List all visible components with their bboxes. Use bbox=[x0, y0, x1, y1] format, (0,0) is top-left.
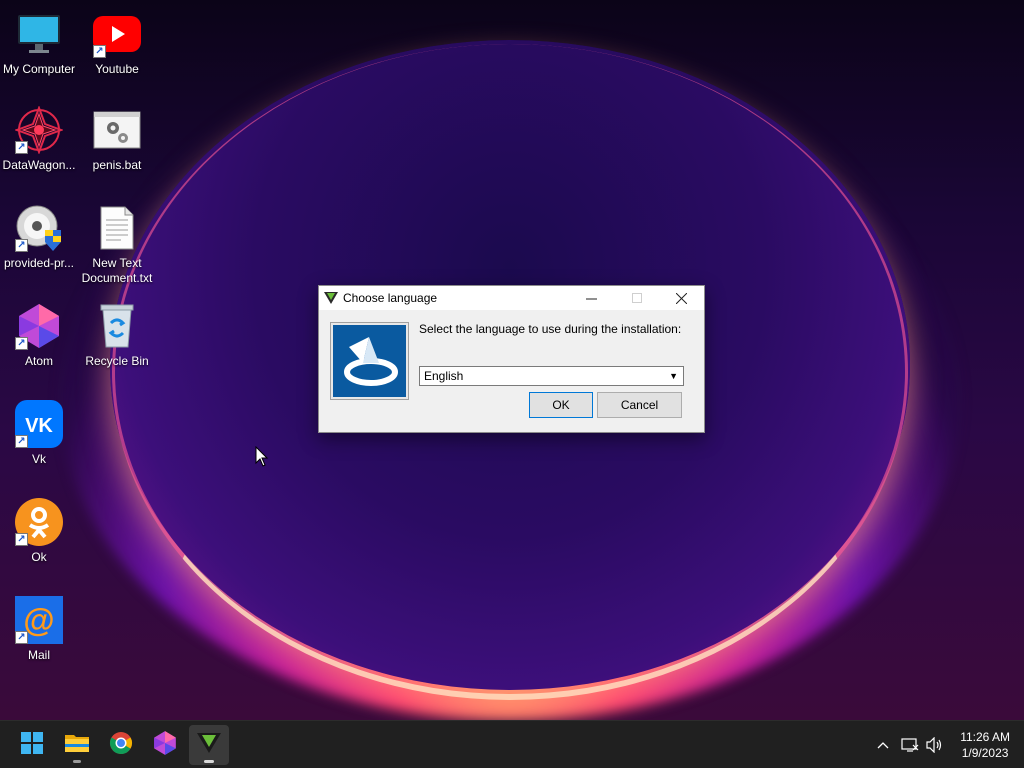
desktop-icon-label: provided-pr... bbox=[3, 256, 75, 270]
maximize-button bbox=[614, 286, 659, 310]
shortcut-arrow-icon: ↗ bbox=[15, 533, 28, 546]
atom-editor-icon: ↗ bbox=[15, 302, 63, 350]
desktop-icon-label: Youtube bbox=[95, 62, 139, 76]
chrome-icon bbox=[109, 731, 133, 760]
monitor-icon bbox=[15, 10, 63, 58]
shortcut-arrow-icon: ↗ bbox=[15, 435, 28, 448]
taskbar-atom[interactable] bbox=[145, 725, 185, 765]
taskbar-file-explorer[interactable] bbox=[57, 725, 97, 765]
desktop-icon-label: My Computer bbox=[2, 62, 76, 76]
shortcut-arrow-icon: ↗ bbox=[15, 631, 28, 644]
taskbar-chrome[interactable] bbox=[101, 725, 141, 765]
desktop-icon-label: Ok bbox=[31, 550, 47, 564]
desktop-icon-label: DataWagon... bbox=[2, 158, 76, 172]
shortcut-arrow-icon: ↗ bbox=[15, 239, 28, 252]
desktop-icon-my-computer[interactable]: My Computer bbox=[0, 10, 78, 77]
shortcut-arrow-icon: ↗ bbox=[93, 45, 106, 58]
desktop-icon-label: Recycle Bin bbox=[85, 354, 149, 368]
dialog-body: Select the language to use during the in… bbox=[319, 310, 704, 432]
datawagon-icon: ↗ bbox=[15, 106, 63, 154]
dropdown-arrow-icon: ▼ bbox=[669, 371, 678, 381]
start-button[interactable] bbox=[12, 725, 52, 765]
network-icon[interactable] bbox=[900, 735, 920, 755]
folder-icon bbox=[64, 732, 90, 759]
desktop-icon-label: Mail bbox=[27, 648, 50, 662]
system-clock[interactable]: 11:26 AM 1/9/2023 bbox=[960, 729, 1010, 761]
text-document-icon bbox=[93, 204, 141, 252]
taskbar-setup[interactable] bbox=[189, 725, 229, 765]
batch-file-gear-icon bbox=[93, 106, 141, 154]
shortcut-arrow-icon: ↗ bbox=[15, 337, 28, 350]
clock-time: 11:26 AM bbox=[960, 730, 1010, 744]
installer-disc-shield-icon: ↗ bbox=[15, 204, 63, 252]
desktop-icon-label: New Text Document.txt bbox=[81, 256, 153, 285]
running-indicator bbox=[73, 760, 81, 763]
volume-icon[interactable] bbox=[925, 735, 945, 755]
running-indicator bbox=[204, 760, 214, 763]
desktop-icon-datawagon[interactable]: ↗ DataWagon... bbox=[0, 106, 78, 173]
taskbar: 11:26 AM 1/9/2023 bbox=[0, 720, 1024, 768]
desktop-icon-mail[interactable]: @ ↗ Mail bbox=[0, 596, 78, 663]
dialog-prompt: Select the language to use during the in… bbox=[419, 322, 682, 336]
setup-v-icon bbox=[197, 732, 221, 759]
language-select[interactable]: English ▼ bbox=[419, 366, 684, 386]
youtube-icon: ↗ bbox=[93, 10, 141, 58]
desktop-icon-new-text-document[interactable]: New Text Document.txt bbox=[78, 204, 156, 286]
cancel-button[interactable]: Cancel bbox=[597, 392, 682, 418]
close-button[interactable] bbox=[659, 286, 704, 310]
desktop-icon-vk[interactable]: VK ↗ Vk bbox=[0, 400, 78, 467]
desktop-icon-atom[interactable]: ↗ Atom bbox=[0, 302, 78, 369]
setup-v-icon bbox=[324, 291, 338, 305]
svg-text:@: @ bbox=[23, 602, 54, 638]
desktop-icon-penis-bat[interactable]: penis.bat bbox=[78, 106, 156, 173]
mouse-cursor-icon bbox=[255, 445, 269, 468]
choose-language-dialog: Choose language Select the language to u… bbox=[318, 285, 705, 433]
desktop-icon-label: Vk bbox=[31, 452, 46, 466]
mail-at-icon: @ ↗ bbox=[15, 596, 63, 644]
ok-button[interactable]: OK bbox=[529, 392, 593, 418]
desktop-icon-label: penis.bat bbox=[92, 158, 142, 172]
recycle-bin-icon bbox=[93, 302, 141, 350]
installer-logo bbox=[330, 322, 409, 400]
odnoklassniki-icon: ↗ bbox=[15, 498, 63, 546]
show-hidden-icons-chevron-icon[interactable] bbox=[873, 735, 893, 755]
shortcut-arrow-icon: ↗ bbox=[15, 141, 28, 154]
desktop-icon-ok[interactable]: ↗ Ok bbox=[0, 498, 78, 565]
language-select-value: English bbox=[424, 369, 464, 383]
windows-logo-icon bbox=[21, 731, 43, 759]
vk-icon: VK ↗ bbox=[15, 400, 63, 448]
minimize-button[interactable] bbox=[569, 286, 614, 310]
desktop-icon-recycle-bin[interactable]: Recycle Bin bbox=[78, 302, 156, 369]
atom-editor-icon bbox=[152, 730, 178, 761]
svg-text:VK: VK bbox=[25, 415, 53, 437]
desktop-icon-provided-pr[interactable]: ↗ provided-pr... bbox=[0, 204, 78, 271]
clock-date: 1/9/2023 bbox=[961, 746, 1009, 760]
dialog-titlebar[interactable]: Choose language bbox=[319, 286, 704, 310]
desktop-icon-label: Atom bbox=[24, 354, 53, 368]
desktop-icon-youtube[interactable]: ↗ Youtube bbox=[78, 10, 156, 77]
dialog-title: Choose language bbox=[343, 291, 438, 305]
